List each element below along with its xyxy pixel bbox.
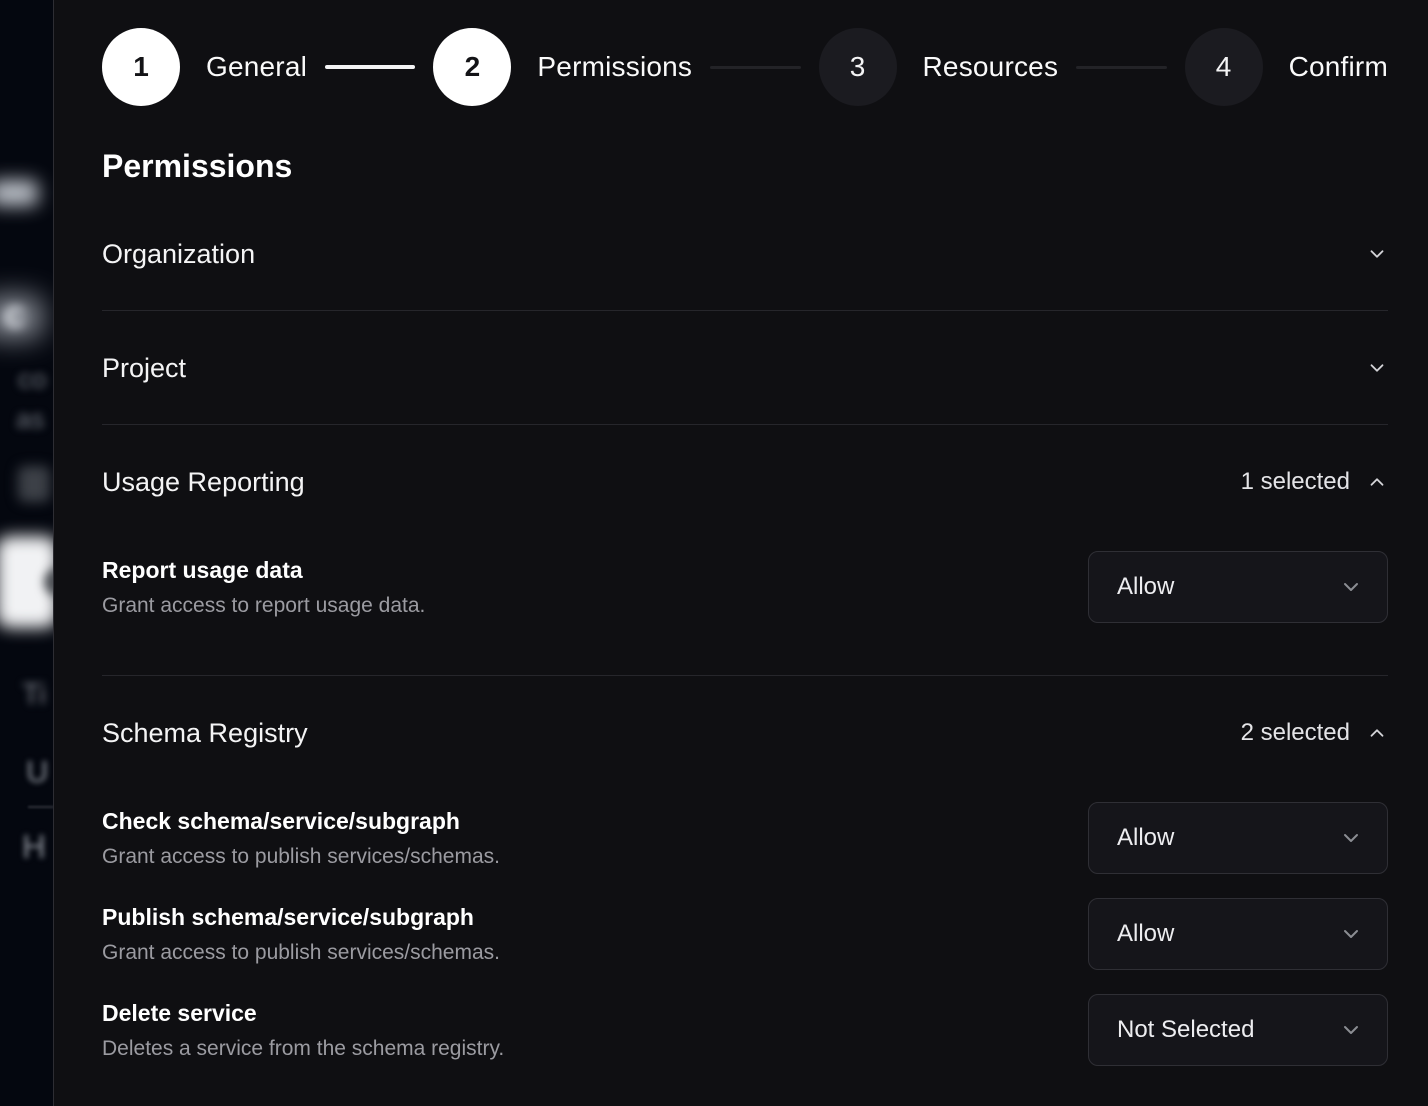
step-label: Permissions — [537, 51, 692, 83]
permission-description: Deletes a service from the schema regist… — [102, 1037, 504, 1060]
sidebar-blurred-text: U — [26, 754, 48, 790]
section-organization: Organization — [102, 240, 1388, 311]
selected-count-badge: 1 selected — [1241, 468, 1350, 496]
section-usage-reporting: Usage Reporting 1 selected Report usage … — [102, 425, 1388, 676]
permission-description: Grant access to report usage data. — [102, 594, 425, 617]
step-general[interactable]: 1 General — [102, 28, 307, 106]
access-token-wizard: 1 General 2 Permissions 3 Resources 4 Co… — [55, 0, 1428, 1106]
section-header-usage-reporting[interactable]: Usage Reporting 1 selected — [102, 468, 1388, 496]
chevron-down-icon — [1339, 575, 1363, 599]
step-label: Confirm — [1289, 51, 1388, 83]
section-header-schema-registry[interactable]: Schema Registry 2 selected — [102, 719, 1388, 747]
permission-description: Grant access to publish services/schemas… — [102, 845, 500, 868]
chevron-down-icon — [1339, 826, 1363, 850]
section-title: Schema Registry — [102, 719, 308, 747]
step-label: General — [206, 51, 307, 83]
step-connector-todo — [710, 66, 800, 69]
permission-rows: Report usage data Grant access to report… — [102, 551, 1388, 623]
selected-value: Not Selected — [1117, 1016, 1254, 1044]
permission-title: Publish schema/service/subgraph — [102, 904, 500, 930]
sidebar-blurred-pill — [0, 180, 38, 206]
sidebar-blurred-text: c — [4, 294, 25, 337]
section-title: Organization — [102, 240, 255, 268]
sidebar-blurred-icon — [18, 466, 50, 502]
selected-count-badge: 2 selected — [1241, 719, 1350, 747]
permission-row-check-schema: Check schema/service/subgraph Grant acce… — [102, 802, 1388, 874]
step-number-badge: 2 — [433, 28, 511, 106]
permission-title: Report usage data — [102, 557, 425, 583]
permission-select[interactable]: Allow — [1088, 802, 1388, 874]
sidebar-blurred-text: H — [22, 828, 46, 866]
chevron-up-icon — [1366, 722, 1388, 744]
step-connector-todo — [1076, 66, 1166, 69]
wizard-stepper: 1 General 2 Permissions 3 Resources 4 Co… — [102, 28, 1388, 106]
permission-row-report-usage-data: Report usage data Grant access to report… — [102, 551, 1388, 623]
permission-select[interactable]: Allow — [1088, 898, 1388, 970]
permission-sections: Organization Project Usage Reporting 1 s… — [102, 240, 1388, 1066]
step-number-badge: 1 — [102, 28, 180, 106]
permission-row-delete-service: Delete service Deletes a service from th… — [102, 994, 1388, 1066]
step-resources[interactable]: 3 Resources — [819, 28, 1059, 106]
section-schema-registry: Schema Registry 2 selected Check schema/… — [102, 676, 1388, 1066]
section-title: Usage Reporting — [102, 468, 305, 496]
section-project: Project — [102, 311, 1388, 425]
selected-value: Allow — [1117, 573, 1174, 601]
permission-rows: Check schema/service/subgraph Grant acce… — [102, 802, 1388, 1066]
step-connector-done — [325, 65, 415, 69]
section-title: Project — [102, 354, 186, 382]
permission-select[interactable]: Not Selected — [1088, 994, 1388, 1066]
permission-row-publish-schema: Publish schema/service/subgraph Grant ac… — [102, 898, 1388, 970]
sidebar-blurred-text: co — [18, 364, 47, 395]
step-permissions[interactable]: 2 Permissions — [433, 28, 692, 106]
section-header-project[interactable]: Project — [102, 354, 1388, 424]
permission-description: Grant access to publish services/schemas… — [102, 941, 500, 964]
chevron-down-icon — [1366, 357, 1388, 379]
sidebar-blurred-divider — [28, 806, 54, 808]
step-label: Resources — [923, 51, 1059, 83]
step-confirm[interactable]: 4 Confirm — [1185, 28, 1388, 106]
step-number-badge: 3 — [819, 28, 897, 106]
chevron-down-icon — [1339, 1018, 1363, 1042]
page-title: Permissions — [102, 146, 1388, 186]
chevron-up-icon — [1366, 471, 1388, 493]
chevron-down-icon — [1339, 922, 1363, 946]
section-header-organization[interactable]: Organization — [102, 240, 1388, 310]
step-number-badge: 4 — [1185, 28, 1263, 106]
permission-title: Delete service — [102, 1000, 504, 1026]
sidebar-blurred-text: Ti — [22, 678, 46, 712]
app-sidebar-blurred: c co as Ti U H — [0, 0, 54, 1106]
sidebar-blurred-text: as — [16, 404, 45, 435]
chevron-down-icon — [1366, 243, 1388, 265]
selected-value: Allow — [1117, 920, 1174, 948]
selected-value: Allow — [1117, 824, 1174, 852]
permission-select[interactable]: Allow — [1088, 551, 1388, 623]
permission-title: Check schema/service/subgraph — [102, 808, 500, 834]
